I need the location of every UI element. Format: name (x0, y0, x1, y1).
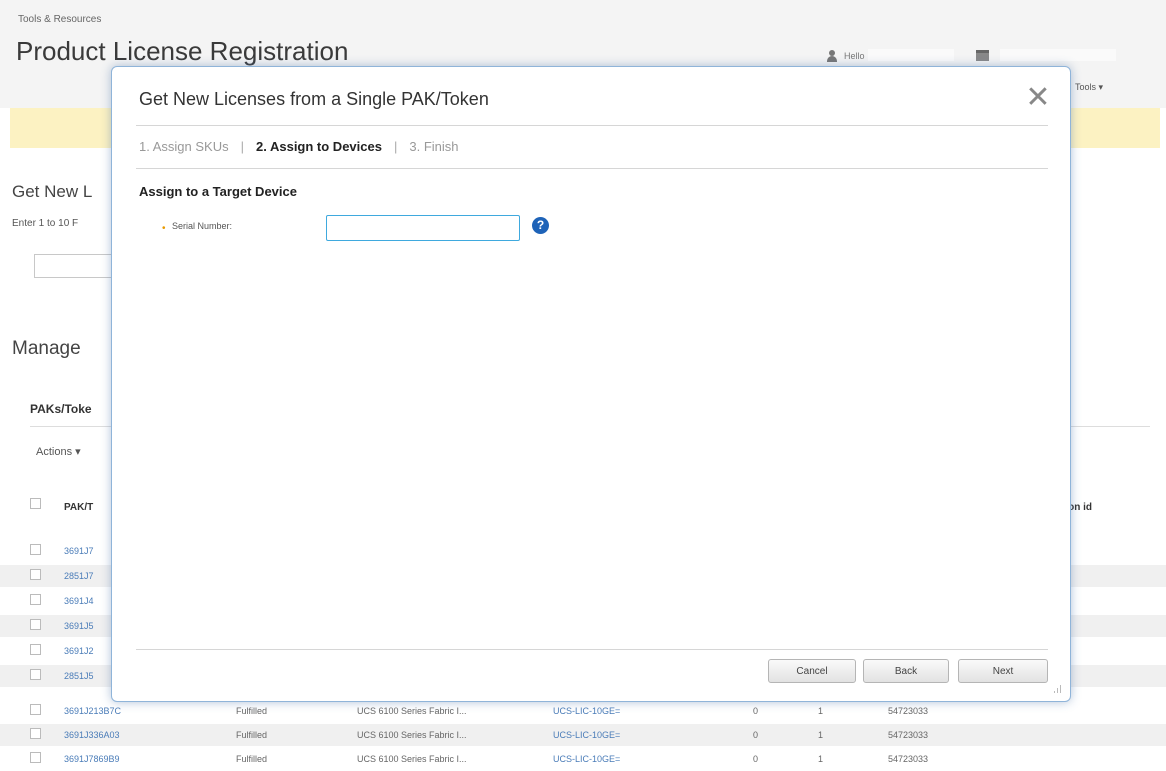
close-icon[interactable]: ✕ (1024, 83, 1052, 113)
row-checkbox[interactable] (30, 644, 41, 655)
pak-link[interactable]: 3691J7 (64, 546, 94, 556)
get-new-licenses-heading: Get New L (12, 182, 93, 201)
row-checkbox[interactable] (30, 594, 41, 605)
sku-link[interactable]: UCS-LIC-10GE= (553, 706, 620, 716)
step-finish: 3. Finish (409, 139, 459, 154)
step-separator: | (393, 139, 398, 154)
divider (136, 125, 1048, 126)
description-cell: UCS 6100 Series Fabric I... (357, 730, 467, 740)
order-cell: 54723033 (888, 730, 929, 740)
pak-link[interactable]: 3691J5 (64, 621, 94, 631)
pak-link[interactable]: 3691J213B7C (64, 706, 121, 716)
table-row: 3691J336A03 Fulfilled UCS 6100 Series Fa… (0, 724, 1166, 746)
next-button[interactable]: Next (958, 659, 1048, 683)
order-cell: 54723033 (888, 754, 929, 764)
quantity-cell: 0 (753, 706, 759, 716)
status-cell: Fulfilled (236, 706, 268, 716)
quantity-cell: 0 (753, 730, 759, 740)
quantity-cell: 0 (753, 754, 759, 764)
tools-menu[interactable]: Tools ▾ (1075, 82, 1103, 93)
table-row: 3691J213B7C Fulfilled UCS 6100 Series Fa… (0, 700, 1166, 722)
status-cell: Fulfilled (236, 730, 268, 740)
breadcrumb[interactable]: Tools & Resources (18, 14, 101, 25)
user-icon (826, 50, 838, 62)
row-checkbox[interactable] (30, 704, 41, 715)
step-assign-to-devices: 2. Assign to Devices (256, 139, 382, 154)
row-checkbox[interactable] (30, 669, 41, 680)
row-checkbox[interactable] (30, 752, 41, 763)
dialog-title: Get New Licenses from a Single PAK/Token (139, 89, 489, 109)
divider (136, 168, 1048, 169)
quantity-cell: 1 (818, 730, 824, 740)
sku-link[interactable]: UCS-LIC-10GE= (553, 730, 620, 740)
pak-link[interactable]: 2851J5 (64, 671, 94, 681)
row-checkbox[interactable] (30, 569, 41, 580)
divider (136, 649, 1048, 650)
select-all-checkbox[interactable] (30, 498, 41, 509)
serial-number-input[interactable] (326, 215, 520, 241)
description-cell: UCS 6100 Series Fabric I... (357, 754, 467, 764)
order-cell: 54723033 (888, 706, 929, 716)
resize-grip-icon[interactable] (1052, 683, 1062, 693)
company-name-field (1000, 49, 1116, 61)
quantity-cell: 1 (818, 754, 824, 764)
step-assign-skus: 1. Assign SKUs (139, 139, 229, 154)
cancel-button[interactable]: Cancel (768, 659, 856, 683)
paks-tab[interactable]: PAKs/Toke (30, 402, 92, 416)
hello-text: Hello (844, 51, 865, 61)
back-button[interactable]: Back (863, 659, 949, 683)
wizard-steps: 1. Assign SKUs | 2. Assign to Devices | … (139, 139, 459, 154)
enter-pak-instructions: Enter 1 to 10 F (12, 218, 79, 229)
quantity-cell: 1 (818, 706, 824, 716)
license-dialog: Get New Licenses from a Single PAK/Token… (111, 66, 1071, 702)
row-checkbox[interactable] (30, 544, 41, 555)
building-icon (976, 50, 989, 61)
pak-link[interactable]: 3691J7869B9 (64, 754, 120, 764)
required-marker: • (162, 223, 166, 234)
help-icon[interactable]: ? (532, 217, 549, 234)
pak-link[interactable]: 3691J336A03 (64, 730, 120, 740)
column-header-pak[interactable]: PAK/T (64, 502, 93, 513)
row-checkbox[interactable] (30, 619, 41, 630)
user-greeting[interactable]: Hello (826, 50, 865, 62)
manage-heading: Manage (12, 338, 81, 359)
pak-link[interactable]: 2851J7 (64, 571, 94, 581)
step-separator: | (240, 139, 244, 154)
serial-number-label: Serial Number: (172, 221, 233, 231)
row-checkbox[interactable] (30, 728, 41, 739)
pak-link[interactable]: 3691J4 (64, 596, 94, 606)
status-cell: Fulfilled (236, 754, 268, 764)
pak-link[interactable]: 3691J2 (64, 646, 94, 656)
sku-link[interactable]: UCS-LIC-10GE= (553, 754, 620, 764)
table-row: 3691J7869B9 Fulfilled UCS 6100 Series Fa… (0, 748, 1166, 770)
section-heading: Assign to a Target Device (139, 184, 297, 199)
actions-menu[interactable]: Actions ▾ (36, 445, 81, 458)
page-title: Product License Registration (16, 36, 349, 66)
user-name-field (868, 49, 954, 61)
description-cell: UCS 6100 Series Fabric I... (357, 706, 467, 716)
